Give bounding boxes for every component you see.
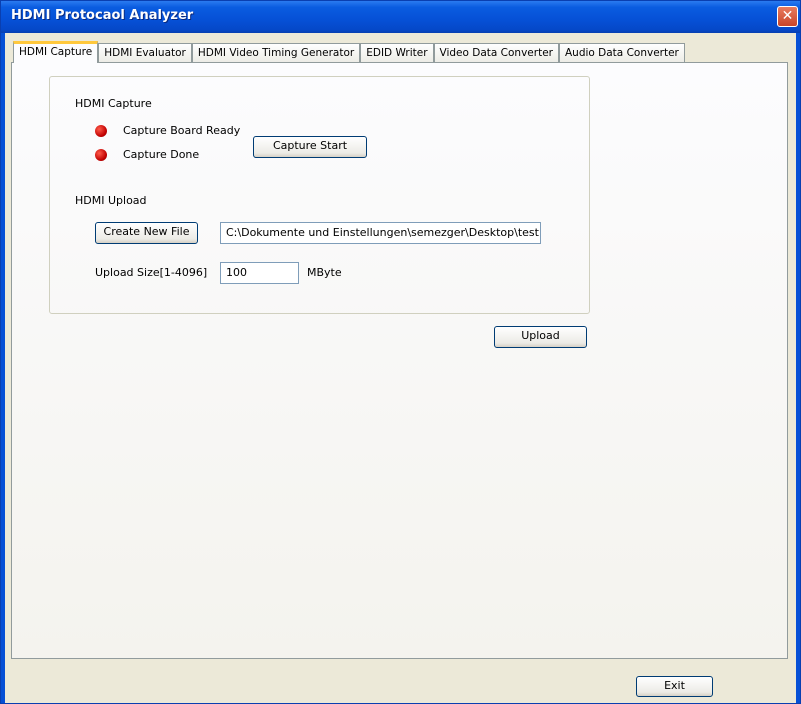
upload-size-input[interactable]: 100 (220, 262, 299, 284)
upload-button[interactable]: Upload (494, 326, 587, 348)
capture-start-button[interactable]: Capture Start (253, 136, 367, 158)
app-window: HDMI Protocaol Analyzer ✕ HDMI Capture H… (0, 0, 801, 704)
tab-video-data-converter[interactable]: Video Data Converter (433, 43, 559, 63)
window-border-right (796, 33, 800, 703)
hdmi-capture-panel: HDMI Capture Capture Board Ready Capture… (11, 62, 788, 659)
window-border-left (1, 33, 5, 703)
close-icon[interactable]: ✕ (777, 6, 798, 27)
exit-button[interactable]: Exit (636, 676, 713, 697)
file-path-field[interactable]: C:\Dokumente und Einstellungen\semezger\… (220, 222, 541, 244)
capture-done-label: Capture Done (123, 148, 200, 161)
upload-section-title: HDMI Upload (75, 194, 147, 207)
window-title: HDMI Protocaol Analyzer (11, 8, 194, 23)
upload-size-label: Upload Size[1-4096] (95, 266, 208, 279)
tab-edid-writer[interactable]: EDID Writer (360, 43, 434, 63)
board-ready-label: Capture Board Ready (123, 124, 241, 137)
capture-section-title: HDMI Capture (75, 97, 152, 110)
board-ready-status-led-icon (95, 125, 107, 137)
tab-hdmi-video-timing-generator[interactable]: HDMI Video Timing Generator (191, 43, 361, 63)
title-bar[interactable]: HDMI Protocaol Analyzer ✕ (1, 1, 800, 33)
tab-audio-data-converter[interactable]: Audio Data Converter (558, 43, 685, 63)
create-new-file-button[interactable]: Create New File (95, 222, 198, 244)
tab-strip: HDMI Capture HDMI Evaluator HDMI Video T… (13, 41, 685, 63)
capture-groupbox: HDMI Capture Capture Board Ready Capture… (49, 76, 590, 314)
upload-size-unit: MByte (307, 266, 342, 279)
tab-hdmi-evaluator[interactable]: HDMI Evaluator (98, 43, 192, 63)
tab-hdmi-capture[interactable]: HDMI Capture (13, 41, 99, 63)
capture-done-status-led-icon (95, 149, 107, 161)
